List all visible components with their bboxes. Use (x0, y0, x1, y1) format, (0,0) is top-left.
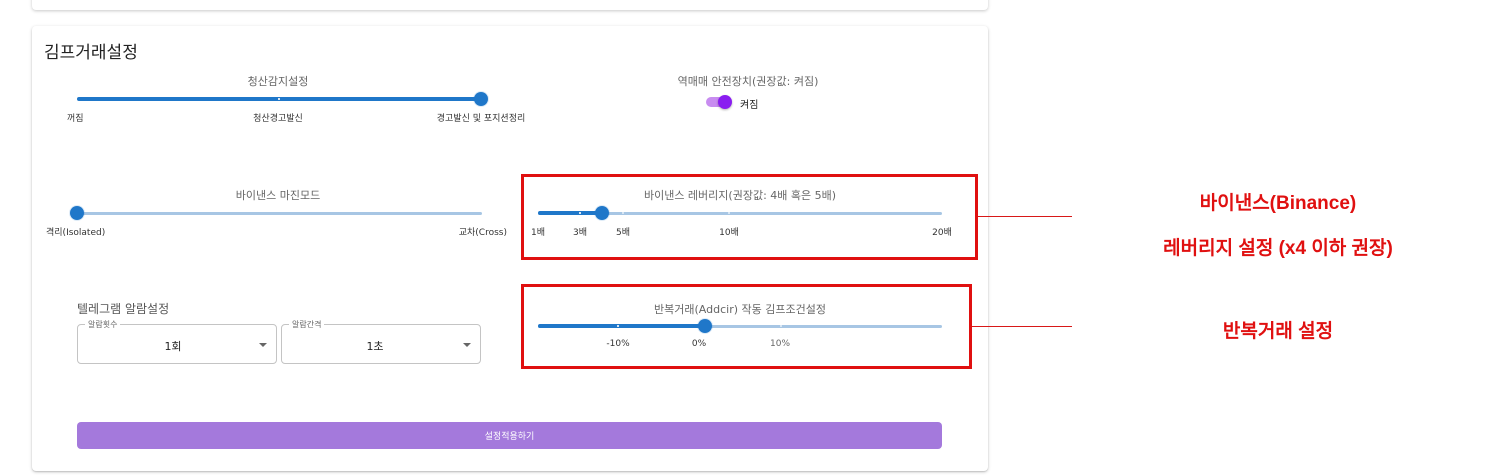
section-title: 김프거래설정 (44, 43, 138, 63)
margin-mode-thumb[interactable] (70, 206, 84, 220)
annotation-repeat: 반복거래 설정 (1222, 321, 1334, 342)
liquidation-mark (278, 98, 280, 100)
alarm-count-legend: 알람횟수 (85, 319, 121, 330)
liquidation-label-warn: 청산경고발신 (253, 114, 303, 124)
liquidation-label-warn-close: 경고발신 및 포지션정리 (436, 114, 526, 124)
toggle-thumb[interactable] (718, 95, 732, 109)
apply-settings-button[interactable]: 설정적용하기 (77, 422, 942, 449)
alarm-interval-value: 1초 (366, 340, 384, 353)
chevron-down-icon (259, 343, 267, 347)
reverse-guard-state: 켜짐 (740, 100, 759, 111)
margin-mode-slider[interactable] (70, 206, 482, 220)
alarm-interval-legend: 알람간격 (289, 319, 325, 330)
liquidation-title: 청산감지설정 (247, 75, 309, 88)
annotation-leverage-line2: 레버리지 설정 (x4 이하 권장) (1163, 238, 1393, 259)
reverse-guard-title: 역매매 안전장치(권장값: 켜짐) (677, 75, 819, 88)
telegram-title: 텔레그램 알람설정 (77, 302, 170, 316)
leverage-connector-line (978, 216, 1072, 217)
liquidation-thumb[interactable] (474, 92, 488, 106)
repeat-connector-line (972, 326, 1072, 327)
annotation-leverage-line1: 바이낸스(Binance) (1199, 193, 1357, 214)
leverage-highlight-box (521, 174, 978, 260)
reverse-guard-toggle[interactable]: 켜짐 (706, 94, 766, 111)
alarm-count-value: 1회 (164, 340, 182, 353)
margin-mode-rail (77, 212, 482, 215)
alarm-count-select[interactable]: 알람횟수 1회 (77, 319, 277, 364)
liquidation-slider[interactable] (77, 92, 488, 106)
alarm-interval-select[interactable]: 알람간격 1초 (281, 319, 481, 364)
margin-mode-label-isolated: 격리(Isolated) (46, 228, 106, 238)
repeat-trade-highlight-box (521, 284, 972, 369)
margin-mode-label-cross: 교차(Cross) (458, 228, 507, 238)
margin-mode-title: 바이낸스 마진모드 (235, 189, 321, 202)
previous-card (32, 0, 988, 10)
liquidation-label-off: 꺼짐 (67, 114, 84, 124)
chevron-down-icon (463, 343, 471, 347)
